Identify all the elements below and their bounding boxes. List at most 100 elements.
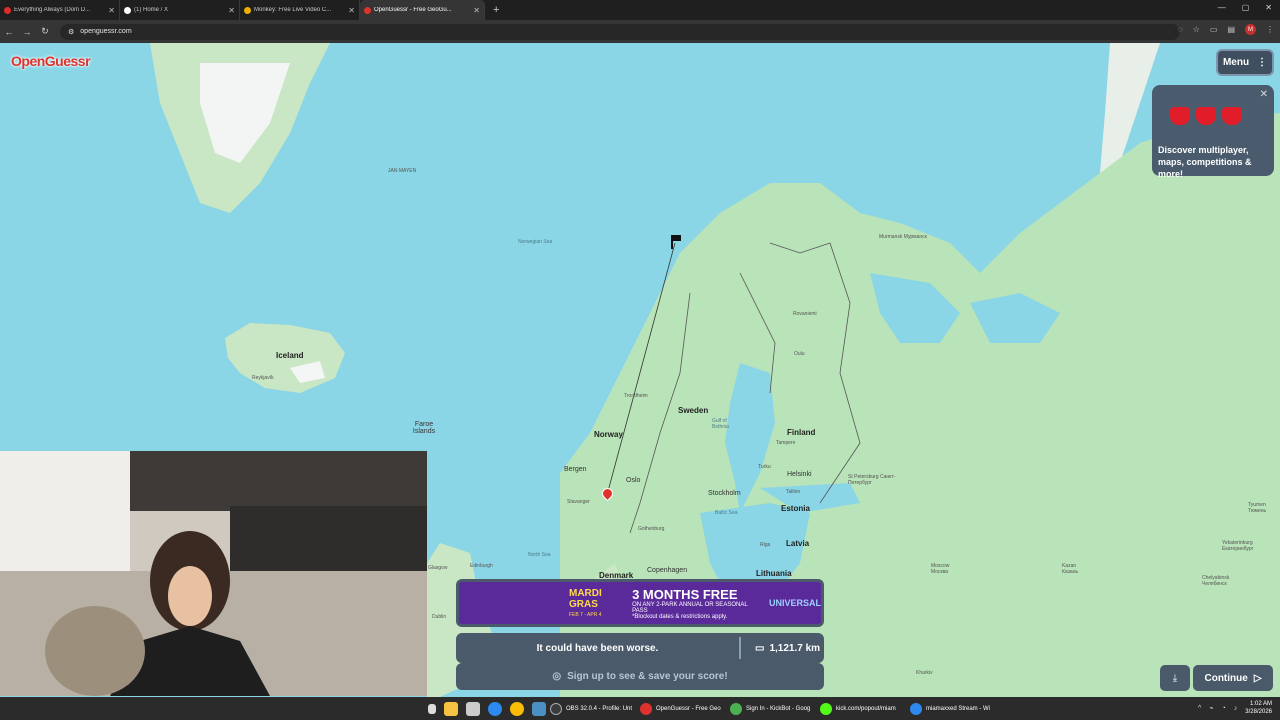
- signup-button[interactable]: ◎ Sign up to see & save your score!: [456, 663, 824, 690]
- map-label-chelyabinsk: Chelyabinsk Челябинск: [1202, 575, 1230, 587]
- ad-brand2: UNIVERSAL: [768, 598, 821, 608]
- wifi-icon[interactable]: ◔: [1222, 705, 1226, 712]
- map-label-finland: Finland: [787, 428, 816, 437]
- map-label-turku: Turku: [758, 464, 771, 470]
- continue-button[interactable]: Continue ▷: [1193, 665, 1273, 691]
- maximize-icon[interactable]: ▢: [1242, 3, 1250, 12]
- kebab-menu-icon: ⋮: [1257, 57, 1268, 68]
- map-label-moscow: Moscow Москва: [931, 563, 950, 575]
- window-controls: — ▢ ✕: [1218, 3, 1272, 12]
- correct-location-flag-icon: [671, 235, 681, 249]
- ad-content: MARDI GRAS FEB 7 - APR 4 3 MONTHS FREE O…: [459, 582, 821, 624]
- map-label-yekaterinburg: Yekaterinburg Екатеринбург: [1222, 540, 1254, 552]
- minimize-icon[interactable]: —: [1218, 3, 1226, 12]
- tab-monkey[interactable]: Monkey: Free Live Video C... ✕: [240, 0, 360, 20]
- address-bar-row: ← → ↻ ⚙ openguessr.com: [0, 20, 1280, 43]
- promo-card[interactable]: ✕ Discover multiplayer, maps, competitio…: [1152, 85, 1274, 179]
- chrome-icon: [730, 702, 742, 715]
- chevron-up-icon[interactable]: ^: [1198, 705, 1201, 712]
- openguessr-favicon-icon: [364, 6, 371, 14]
- ad-headline: 3 MONTHS FREE: [632, 586, 738, 602]
- new-tab-button[interactable]: +: [493, 4, 499, 16]
- sidebar-icon[interactable]: ▭: [1210, 25, 1218, 34]
- ad-left-block: MARDI GRAS FEB 7 - APR 4: [459, 588, 618, 618]
- close-tab-icon[interactable]: ✕: [473, 6, 480, 15]
- browser-menu-icon[interactable]: ⋮: [1266, 25, 1274, 34]
- obs-icon: [550, 702, 562, 715]
- openguessr-logo[interactable]: OpenGuessr: [11, 53, 91, 69]
- network-icon[interactable]: ⌁: [1209, 704, 1213, 712]
- profile-avatar[interactable]: M: [1245, 24, 1256, 35]
- continue-label: Continue: [1204, 672, 1248, 684]
- taskbar-app-obs[interactable]: OBS 32.0.4 - Profile: Unt: [550, 702, 638, 715]
- tab-x[interactable]: (1) Home / X ✕: [120, 0, 240, 20]
- calendar-icon[interactable]: [466, 701, 480, 716]
- taskbar-app-label: miamaxxed Stream - Wi: [926, 705, 991, 712]
- taskbar-app-openguessr[interactable]: OpenGuessr - Free Geo: [640, 702, 728, 715]
- map-label-riga: Riga: [760, 542, 771, 548]
- back-icon[interactable]: ←: [0, 27, 18, 37]
- close-tab-icon[interactable]: ✕: [108, 6, 115, 15]
- monitor-icon[interactable]: [532, 701, 546, 716]
- browser-toolbar-right: ◌ ☆ ▭ ▤ M ⋮: [1178, 24, 1274, 35]
- clock-time: 1:02 AM: [1249, 701, 1272, 707]
- site-info-icon[interactable]: ⚙: [68, 28, 74, 36]
- file-explorer-icon[interactable]: [444, 701, 458, 716]
- close-tab-icon[interactable]: ✕: [348, 6, 355, 15]
- menu-label: Menu: [1222, 57, 1250, 68]
- map-label-helsinki: Helsinki: [787, 471, 812, 478]
- download-button[interactable]: ⤓: [1160, 665, 1190, 691]
- map-label-gulf-bothnia: Gulf of Bothnia: [712, 418, 729, 430]
- taskbar-app-label: Sign In - KickBot - Goog: [746, 705, 811, 712]
- taskbar-app-stream[interactable]: miamaxxed Stream - Wi: [910, 702, 998, 715]
- map-label-murmansk: Murmansk Мурманск: [879, 234, 927, 240]
- chrome-icon: [910, 702, 922, 715]
- app-root: Everything Always (Dom D... ✕ (1) Home / …: [0, 0, 1280, 720]
- close-window-icon[interactable]: ✕: [1265, 3, 1272, 12]
- map-label-glasgow: Glasgow: [428, 565, 448, 571]
- map-label-stavanger: Stavanger: [567, 499, 590, 505]
- bookmark-star-icon[interactable]: ☆: [1193, 25, 1200, 34]
- multiplayer-icon: [1170, 107, 1190, 125]
- map-label-edinburgh: Edinburgh: [470, 563, 493, 569]
- clock-date: 3/28/2026: [1245, 709, 1272, 715]
- map-label-reykjavik: Reykjavík: [252, 375, 274, 381]
- tab-title: Monkey: Free Live Video C...: [254, 7, 332, 13]
- ad-banner[interactable]: MARDI GRAS FEB 7 - APR 4 3 MONTHS FREE O…: [456, 579, 824, 627]
- url-field[interactable]: ⚙ openguessr.com: [60, 23, 1180, 40]
- distance-value: 1,121.7 km: [769, 642, 821, 654]
- map-label-gothenburg: Gothenburg: [638, 526, 665, 532]
- volume-icon[interactable]: ♪: [1234, 705, 1238, 712]
- taskbar-app-kickbot[interactable]: Sign In - KickBot - Goog: [730, 702, 818, 715]
- reload-icon[interactable]: ↻: [36, 26, 54, 37]
- chrome-icon[interactable]: [510, 701, 524, 716]
- result-message: It could have been worse.: [536, 642, 659, 654]
- eye-off-icon[interactable]: ◌: [1178, 25, 1183, 34]
- tab-openguessr[interactable]: OpenGuessr - Free GeoGu... ✕: [360, 0, 485, 20]
- url-text: openguessr.com: [80, 28, 132, 35]
- map-label-dublin: Dublin: [432, 614, 447, 620]
- ad-center-block: 3 MONTHS FREE ON ANY 2-PARK ANNUAL OR SE…: [632, 587, 753, 620]
- tab-youtube[interactable]: Everything Always (Dom D... ✕: [0, 0, 120, 20]
- taskbar-app-label: kick.com/popout/miam: [836, 705, 896, 712]
- map-label-baltic-sea: Baltic Sea: [715, 510, 738, 516]
- result-bar: It could have been worse. ▭ 1,121.7 km: [456, 633, 824, 663]
- streamer-webcam-overlay: [0, 451, 427, 696]
- map-label-stockholm: Stockholm: [708, 490, 741, 497]
- map-label-st-petersburg: St Petersburg Санкт-Петербург: [848, 474, 896, 486]
- system-tray: ^ ⌁ ◔ ♪ 1:02 AM 3/28/2026: [1198, 700, 1272, 716]
- extensions-icon[interactable]: ▤: [1227, 25, 1235, 34]
- forward-icon[interactable]: →: [18, 27, 36, 37]
- close-tab-icon[interactable]: ✕: [228, 6, 235, 15]
- menu-button[interactable]: Menu ⋮: [1216, 49, 1274, 76]
- start-icon[interactable]: [428, 703, 436, 714]
- map-label-faroe: Faroe Islands: [412, 421, 436, 435]
- system-clock[interactable]: 1:02 AM 3/28/2026: [1245, 700, 1272, 716]
- map-label-estonia: Estonia: [781, 504, 810, 513]
- map-label-oslo: Oslo: [626, 477, 641, 484]
- close-icon[interactable]: ✕: [1260, 89, 1268, 100]
- promo-text: Discover multiplayer, maps, competitions…: [1158, 145, 1252, 179]
- photos-icon[interactable]: [488, 701, 502, 716]
- tab-title: OpenGuessr - Free GeoGu...: [374, 7, 452, 13]
- taskbar-app-kick[interactable]: kick.com/popout/miam: [820, 702, 908, 715]
